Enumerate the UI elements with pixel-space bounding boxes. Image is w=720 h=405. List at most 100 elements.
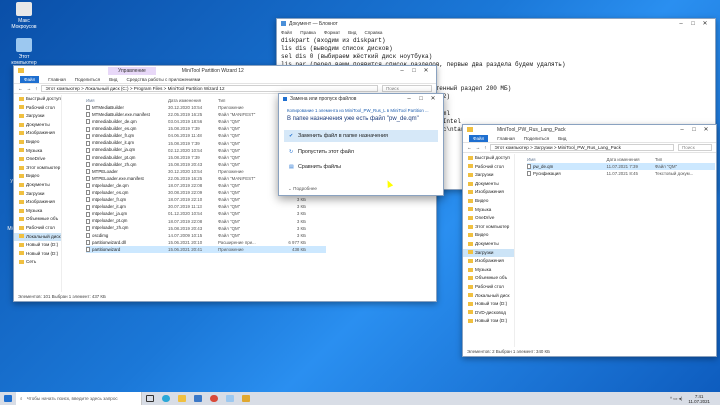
ribbon-tab[interactable]: Файл [20,75,40,83]
nav-item[interactable]: Музыка [14,207,61,216]
menu-item[interactable]: Файл [281,30,292,35]
minimize-icon[interactable]: – [403,96,415,102]
column-header[interactable]: Имя [527,157,606,162]
file-row[interactable]: mtpeloader_zh.qm 15.08.2019 20:43 Файл "QM… [86,225,326,232]
address-path[interactable]: Этот компьютер > Загрузки > MiniTool_PW_… [490,144,674,151]
nav-item[interactable]: Видео [463,231,514,240]
column-header[interactable]: Тип [655,157,715,162]
nav-item[interactable]: Документы [14,181,61,190]
nav-item[interactable]: Музыка [463,206,514,215]
nav-item[interactable]: Загрузки [14,190,61,199]
file-row[interactable]: mtpeloader_fr.qm 18.07.2019 22:10 Файл "QM… [86,196,326,203]
file-row[interactable]: mtpeloader_it.qm 30.07.2019 11:13 Файл "QM… [86,203,326,210]
nav-item[interactable]: Объемные объ [14,215,61,224]
notepad-titlebar[interactable]: Документ — Блокнот – □ ✕ [277,19,715,28]
nav-item[interactable]: Видео [14,138,61,147]
explorer-titlebar[interactable]: MiniTool_PW_Rus_Lang_Pack – □ ✕ [463,125,716,134]
nav-item[interactable]: Локальный диск [463,292,514,301]
minimize-icon[interactable]: – [676,127,688,133]
start-button[interactable] [0,392,16,405]
dialog-option[interactable]: ↻ Пропустить этот файл [284,146,438,158]
nav-item[interactable]: Музыка [463,266,514,275]
forward-icon[interactable]: → [476,145,481,150]
nav-item[interactable]: Видео [14,172,61,181]
task-view-icon[interactable] [142,392,158,405]
close-icon[interactable]: ✕ [427,95,439,102]
forward-icon[interactable]: → [27,86,32,91]
nav-item[interactable]: Быстрый доступ [463,154,514,163]
ribbon-tab[interactable]: Главная [48,77,65,82]
ribbon-tab[interactable]: Главная [497,136,514,141]
explorer-titlebar[interactable]: Управление MiniTool Partition Wizard 12 … [14,66,436,75]
close-icon[interactable]: ✕ [700,126,712,133]
nav-item[interactable]: Новый том (D:) [463,317,514,326]
nav-item[interactable]: Сеть [14,258,61,267]
notepad-taskbar-icon[interactable] [222,392,238,405]
nav-item[interactable]: Музыка [14,147,61,156]
ribbon-tab[interactable]: Вид [109,77,117,82]
column-header[interactable]: Дата изменения [606,157,654,162]
system-tray[interactable]: ^ ▭ ◂) [670,396,682,402]
maximize-icon[interactable]: □ [687,21,699,27]
nav-item[interactable]: Изображения [463,257,514,266]
ribbon-tab[interactable]: Средства работы с приложениями [126,77,200,82]
explorer-window-lang-pack[interactable]: MiniTool_PW_Rus_Lang_Pack – □ ✕ Файл Глав… [462,124,717,357]
file-row[interactable]: oscdimg 14.07.2009 10:15 Файл "QM" 3 КБ [86,232,326,239]
nav-item[interactable]: Новый том (D:) [14,250,61,259]
file-row[interactable]: Русификация 11.07.2021 8:45 Текстовый доку… [527,170,715,177]
nav-item[interactable]: Локальный диск [14,232,61,242]
taskbar-search[interactable]: ⌕ Чтобы начать поиск, введите здесь запр… [16,392,142,405]
nav-item[interactable]: Загрузки [463,248,514,258]
desktop-icon[interactable]: Макс Мокроусов [6,2,42,30]
column-header[interactable]: Дата изменения [168,98,218,103]
maximize-icon[interactable]: □ [408,68,420,74]
dialog-option[interactable]: ▤ Сравнить файлы [284,161,438,173]
manage-tab[interactable]: Управление [108,66,156,75]
up-icon[interactable]: ↑ [35,86,37,91]
nav-item[interactable]: Рабочий стол [14,104,61,113]
nav-item[interactable]: Быстрый доступ [14,95,61,104]
address-bar[interactable]: ← → ↑ Этот компьютер > Загрузки > MiniTo… [463,143,716,153]
maximize-icon[interactable]: □ [415,96,427,102]
dialog-titlebar[interactable]: Замена или пропуск файлов – □ ✕ [279,94,443,103]
ribbon-tab[interactable]: Поделиться [524,136,549,141]
column-header[interactable]: Тип [218,98,280,103]
menu-item[interactable]: Справка [364,30,382,35]
details-toggle[interactable]: ⌄ Подробнее [288,186,317,192]
ribbon-tab[interactable]: Файл [469,134,489,142]
nav-item[interactable]: OneDrive [14,155,61,164]
minimize-icon[interactable]: – [396,68,408,74]
search-input[interactable]: Поиск [678,144,712,151]
nav-item[interactable]: DVD-дисковод [463,309,514,318]
ribbon-tab[interactable]: Вид [558,136,566,141]
store-icon[interactable] [190,392,206,405]
nav-item[interactable]: Изображения [14,198,61,207]
edge-icon[interactable] [158,392,174,405]
desktop-icon[interactable]: Этот компьютер [6,38,42,66]
file-row[interactable]: mtpeloader_pt.qm 18.07.2019 22:08 Файл "QM… [86,218,326,225]
file-explorer-icon[interactable] [174,392,190,405]
nav-item[interactable]: Рабочий стол [463,283,514,292]
nav-item[interactable]: Этот компьютер [463,223,514,232]
nav-item[interactable]: Загрузки [14,112,61,121]
nav-item[interactable]: Документы [14,121,61,130]
nav-item[interactable]: Объемные объ [463,274,514,283]
nav-item[interactable]: Новый том (D:) [463,300,514,309]
maximize-icon[interactable]: □ [688,127,700,133]
nav-item[interactable]: Документы [463,240,514,249]
nav-item[interactable]: Рабочий стол [463,163,514,172]
file-row[interactable]: pw_de.qm 11.07.2021 7:39 Файл "QM" [527,163,715,171]
replace-skip-dialog[interactable]: Замена или пропуск файлов – □ ✕ Копирова… [278,93,444,196]
minimize-icon[interactable]: – [675,21,687,27]
nav-item[interactable]: Новый том (D:) [14,241,61,250]
menu-item[interactable]: Вид [348,30,356,35]
nav-item[interactable]: OneDrive [463,214,514,223]
chrome-icon[interactable] [206,392,222,405]
file-row[interactable]: partitionwizard.dll 15.06.2021 20:10 Расши… [86,239,326,246]
menu-item[interactable]: Правка [300,30,316,35]
nav-item[interactable]: Изображения [463,188,514,197]
back-icon[interactable]: ← [18,86,23,91]
back-icon[interactable]: ← [467,145,472,150]
address-path[interactable]: Этот компьютер > Локальный диск (C:) > P… [41,85,378,92]
nav-item[interactable]: Рабочий стол [14,224,61,233]
